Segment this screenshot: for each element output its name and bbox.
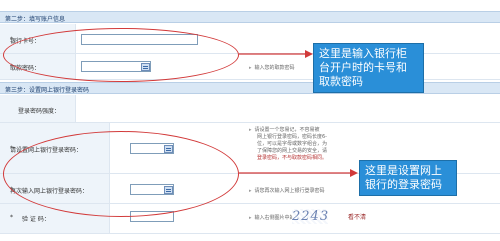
annotation-arrowhead-bottom: [350, 169, 358, 177]
annotation-arrows: [239, 50, 358, 177]
annotation-arrowhead-top: [305, 50, 313, 58]
callout-login-password: 这里是设置网上 银行的登录密码: [359, 160, 457, 196]
callout-card-password: 这里是输入银行柜 台开户时的卡号和 取款密码: [313, 43, 424, 93]
callout-bottom-line-2: 银行的登录密码: [365, 178, 442, 191]
callout-top-line-3: 取款密码: [319, 75, 363, 88]
callout-top-line-1: 这里是输入银行柜: [319, 47, 407, 60]
callout-top-line-2: 台开户时的卡号和: [319, 61, 407, 74]
callout-bottom-line-1: 这里是设置网上: [365, 164, 442, 177]
